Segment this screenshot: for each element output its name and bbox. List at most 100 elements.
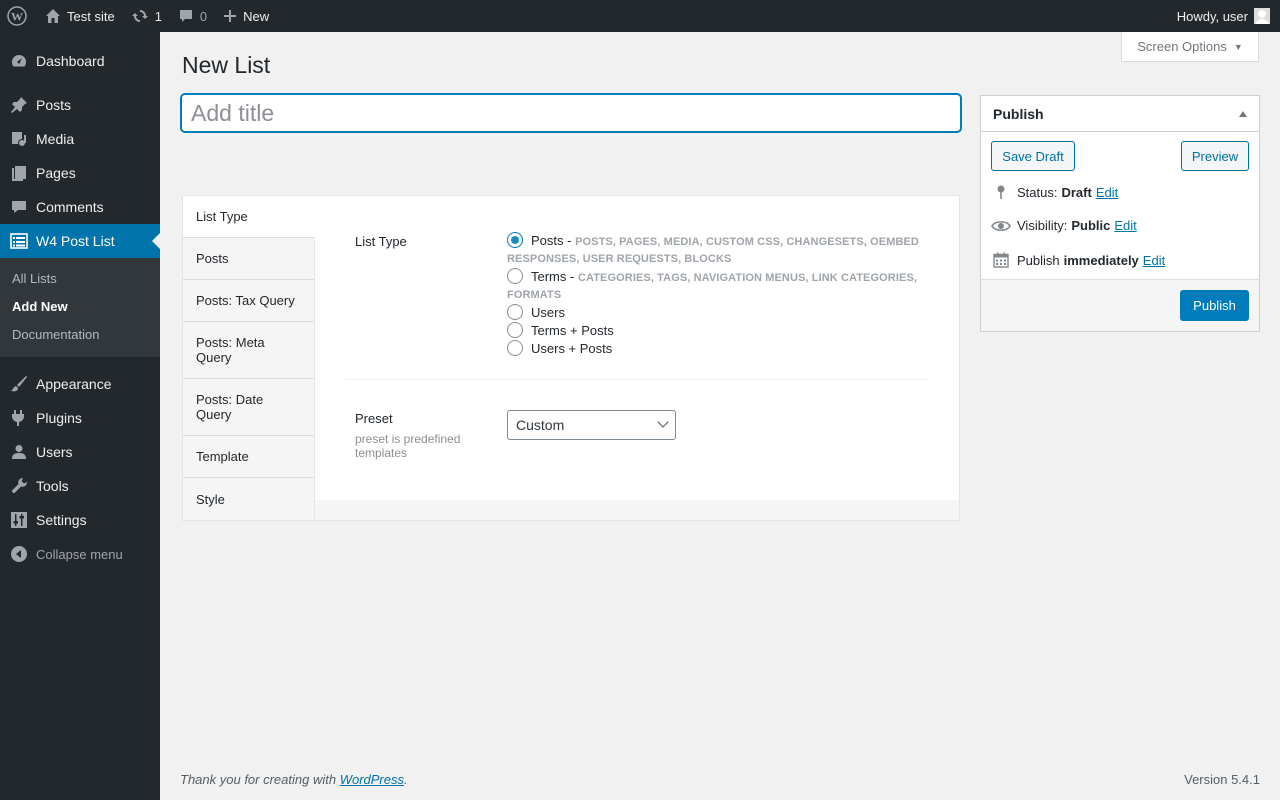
eye-icon: [991, 219, 1011, 233]
home-icon: [45, 8, 61, 24]
wrench-icon: [9, 476, 29, 496]
screen-options-toggle[interactable]: Screen Options ▼: [1121, 32, 1259, 62]
radio-button-checked[interactable]: [507, 232, 523, 248]
submenu-all-lists[interactable]: All Lists: [0, 265, 160, 293]
tab-posts[interactable]: Posts: [183, 238, 314, 280]
collapse-icon: [9, 544, 29, 564]
wordpress-link[interactable]: WordPress: [340, 772, 404, 787]
preset-select[interactable]: Custom: [507, 410, 676, 440]
edit-status-link[interactable]: Edit: [1096, 185, 1118, 200]
menu-label: Plugins: [36, 410, 82, 426]
screen-options-label: Screen Options: [1137, 39, 1227, 54]
status-row: Status: Draft Edit: [991, 184, 1118, 200]
comments-menu[interactable]: 0: [170, 0, 215, 32]
submenu-documentation[interactable]: Documentation: [0, 321, 160, 349]
wordpress-logo-menu[interactable]: W: [0, 0, 37, 32]
menu-label: Comments: [36, 199, 104, 215]
menu-label: Pages: [36, 165, 76, 181]
tab-posts-tax-query[interactable]: Posts: Tax Query: [183, 280, 314, 322]
menu-w4-post-list[interactable]: W4 Post List: [0, 224, 160, 258]
radio-label: Users: [531, 305, 565, 320]
dashboard-icon: [9, 51, 29, 71]
tab-posts-meta-query[interactable]: Posts: Meta Query: [183, 322, 314, 379]
radio-button[interactable]: [507, 322, 523, 338]
menu-pages[interactable]: Pages: [0, 156, 160, 190]
publish-time-row: Publish immediately Edit: [991, 252, 1165, 268]
tab-posts-date-query[interactable]: Posts: Date Query: [183, 379, 314, 436]
caret-down-icon: ▼: [1233, 41, 1243, 52]
menu-appearance[interactable]: Appearance: [0, 367, 160, 401]
site-name-menu[interactable]: Test site: [37, 0, 123, 32]
new-content-menu[interactable]: New: [215, 0, 277, 32]
menu-label: Appearance: [36, 376, 112, 392]
my-account-menu[interactable]: Howdy, user: [1169, 0, 1280, 32]
pages-icon: [9, 163, 29, 183]
divider: [345, 379, 929, 380]
menu-media[interactable]: Media: [0, 122, 160, 156]
updates-menu[interactable]: 1: [123, 0, 170, 32]
radio-button[interactable]: [507, 304, 523, 320]
plus-icon: [223, 9, 237, 23]
howdy-text: Howdy, user: [1176, 8, 1248, 24]
menu-users[interactable]: Users: [0, 435, 160, 469]
wordpress-logo-icon: W: [7, 6, 27, 26]
status-label: Status:: [1017, 184, 1058, 200]
preset-selected-value: Custom: [516, 417, 565, 433]
w4-post-list-submenu: All Lists Add New Documentation: [0, 258, 160, 357]
menu-plugins[interactable]: Plugins: [0, 401, 160, 435]
list-type-panel: List Type Posts - POSTS, PAGES, MEDIA, C…: [315, 196, 959, 500]
publish-button[interactable]: Publish: [1180, 290, 1249, 321]
admin-bar: W Test site 1 0 New Howdy, user: [0, 0, 1280, 32]
sliders-icon: [9, 510, 29, 530]
updates-count: 1: [154, 8, 162, 24]
menu-label: Media: [36, 131, 75, 147]
pushpin-icon: [9, 95, 29, 115]
menu-label: Posts: [36, 97, 72, 113]
radio-option-terms[interactable]: Terms - CATEGORIES, TAGS, NAVIGATION MEN…: [507, 268, 927, 303]
page-title: New List: [182, 52, 271, 78]
radio-label: Posts: [531, 233, 564, 248]
site-name: Test site: [67, 8, 115, 24]
list-type-radio-group: Posts - POSTS, PAGES, MEDIA, CUSTOM CSS,…: [507, 232, 927, 358]
brush-icon: [9, 374, 29, 394]
radio-option-terms-posts[interactable]: Terms + Posts: [507, 322, 927, 339]
publish-time-value: immediately: [1063, 252, 1139, 268]
calendar-icon: [991, 252, 1011, 268]
collapse-menu-button[interactable]: Collapse menu: [0, 537, 160, 571]
tab-template[interactable]: Template: [183, 436, 314, 478]
radio-button[interactable]: [507, 268, 523, 284]
radio-button[interactable]: [507, 340, 523, 356]
list-type-field: List Type: [355, 234, 407, 249]
submenu-add-new[interactable]: Add New: [0, 293, 160, 321]
publish-metabox: Publish Save Draft Preview Status: Draft…: [980, 95, 1260, 332]
edit-visibility-link[interactable]: Edit: [1114, 218, 1136, 233]
menu-settings[interactable]: Settings: [0, 503, 160, 537]
menu-posts[interactable]: Posts: [0, 88, 160, 122]
list-type-label: List Type: [355, 234, 407, 249]
collapse-toggle-icon[interactable]: [1239, 111, 1247, 117]
svg-text:W: W: [11, 10, 23, 24]
visibility-value: Public: [1071, 218, 1111, 233]
publish-header[interactable]: Publish: [981, 96, 1259, 132]
save-draft-button[interactable]: Save Draft: [991, 141, 1075, 171]
media-icon: [9, 129, 29, 149]
radio-option-users-posts[interactable]: Users + Posts: [507, 340, 927, 357]
menu-label: Settings: [36, 512, 87, 528]
publish-title: Publish: [993, 105, 1044, 122]
comments-count: 0: [199, 8, 208, 24]
visibility-row: Visibility: Public Edit: [991, 218, 1137, 233]
tab-style[interactable]: Style: [183, 478, 314, 520]
plug-icon: [9, 408, 29, 428]
edit-publish-time-link[interactable]: Edit: [1143, 253, 1165, 268]
menu-dashboard[interactable]: Dashboard: [0, 44, 160, 78]
tab-list-type[interactable]: List Type: [183, 196, 315, 238]
menu-label: Users: [36, 444, 73, 460]
list-options-metabox: List Type Posts Posts: Tax Query Posts: …: [182, 195, 960, 521]
preview-button[interactable]: Preview: [1181, 141, 1249, 171]
menu-comments[interactable]: Comments: [0, 190, 160, 224]
menu-tools[interactable]: Tools: [0, 469, 160, 503]
radio-option-posts[interactable]: Posts - POSTS, PAGES, MEDIA, CUSTOM CSS,…: [507, 232, 927, 267]
post-title-input[interactable]: [181, 94, 961, 132]
radio-option-users[interactable]: Users: [507, 304, 927, 321]
admin-menu: Dashboard Posts Media Pages Comments W4 …: [0, 32, 160, 800]
